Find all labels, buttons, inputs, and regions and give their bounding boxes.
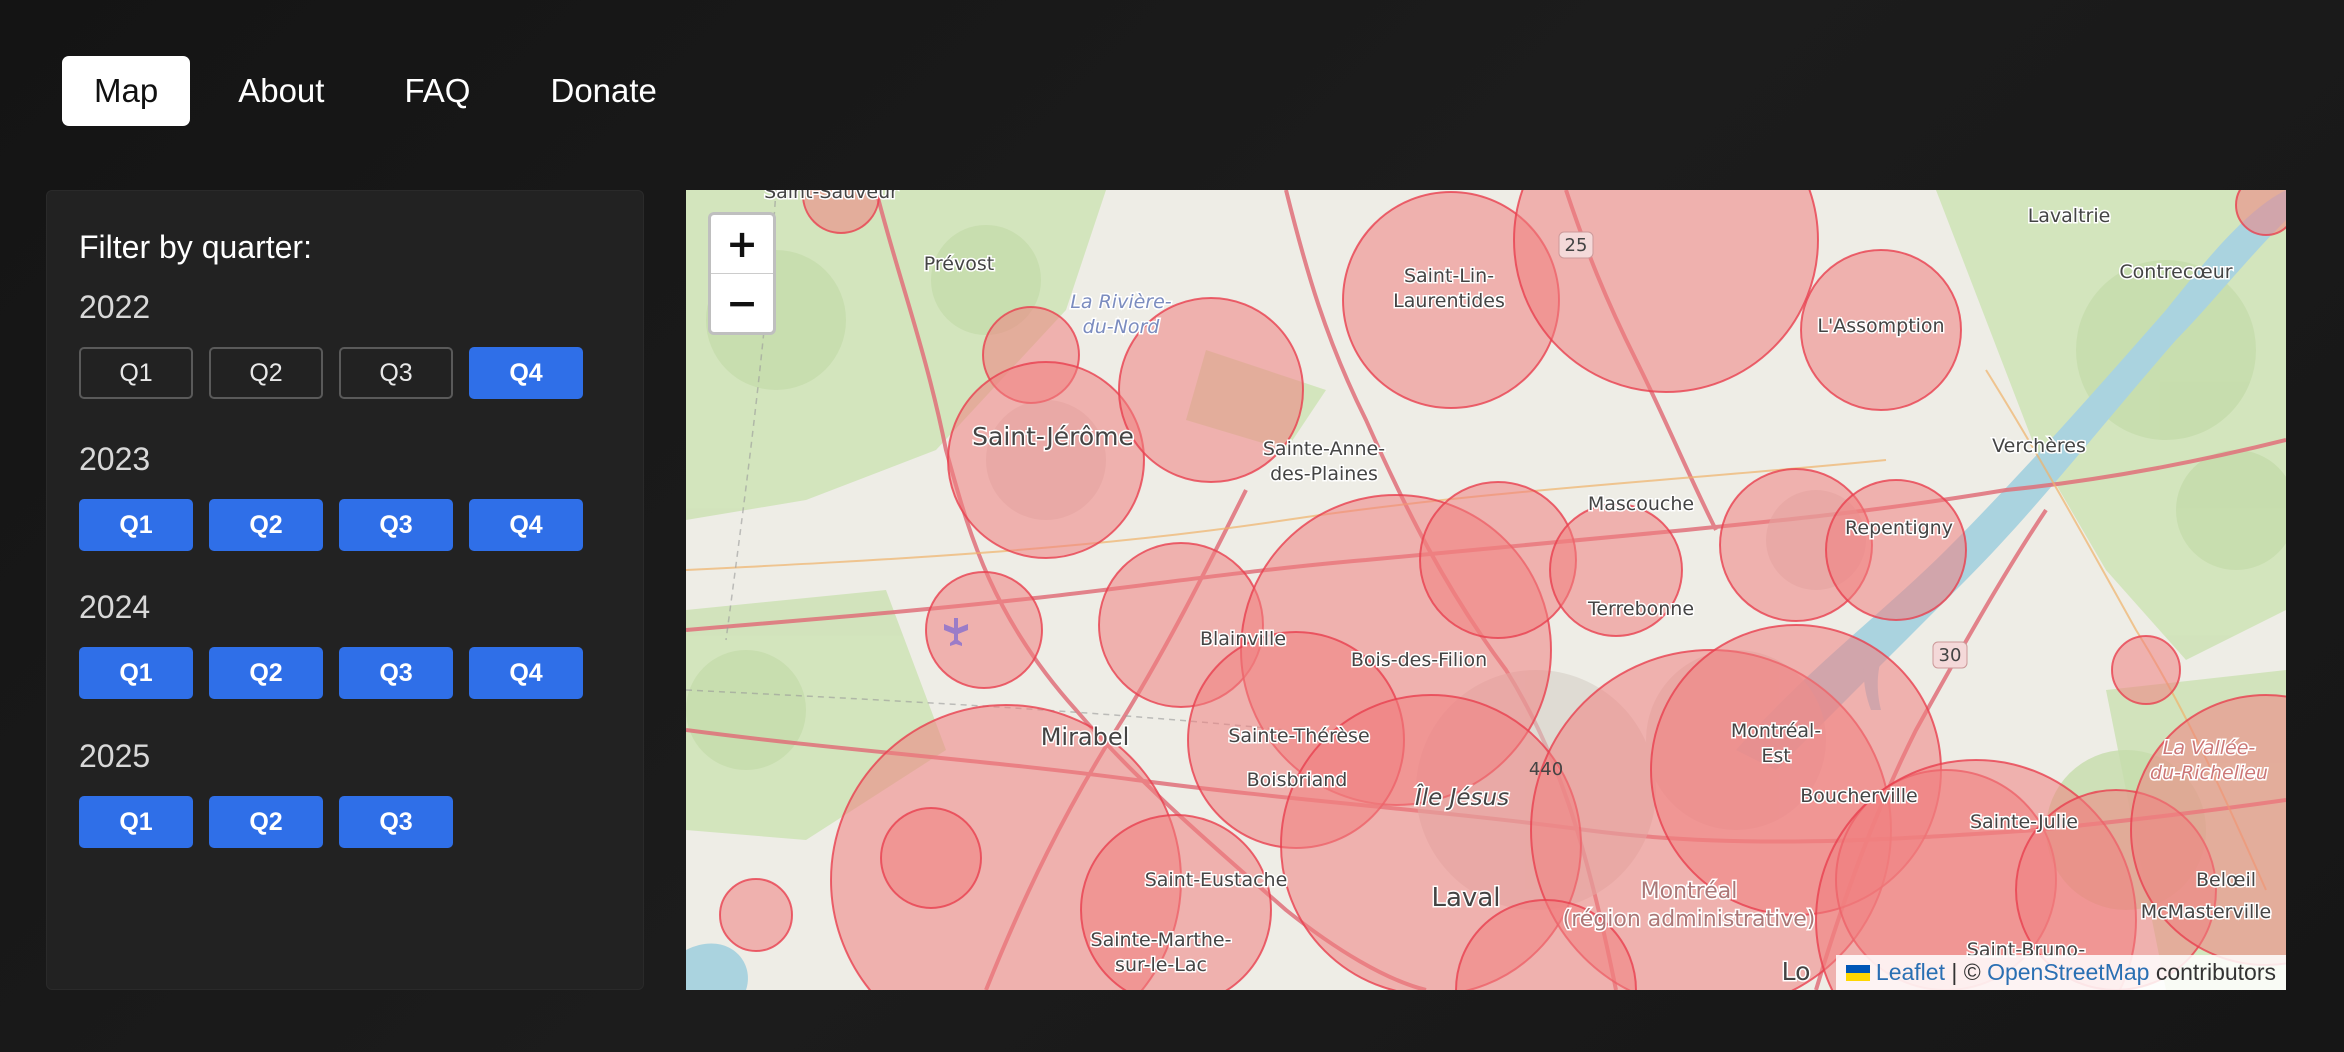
quarter-button-2024-q1[interactable]: Q1 xyxy=(79,647,193,699)
label-blainville: Blainville xyxy=(1200,628,1286,650)
label-bois-des-filion: Bois-des-Filion xyxy=(1351,649,1487,671)
zoom-control: + − xyxy=(708,212,776,335)
label-vercheres: Verchères xyxy=(1992,435,2086,457)
quarter-button-2023-q1[interactable]: Q1 xyxy=(79,499,193,551)
year-group-2023: 2023 Q1 Q2 Q3 Q4 xyxy=(79,441,599,551)
quarter-button-2022-q2[interactable]: Q2 xyxy=(209,347,323,399)
filter-panel: Filter by quarter: 2022 Q1 Q2 Q3 Q4 2023 Q1 Q2 Q… xyxy=(46,190,644,990)
osm-link[interactable]: OpenStreetMap xyxy=(1987,959,2149,986)
quarter-buttons: Q1 Q2 Q3 Q4 xyxy=(79,347,599,399)
main-nav: Map About FAQ Donate xyxy=(62,56,705,126)
label-saint-sauveur: Saint-Sauveur xyxy=(764,190,898,203)
route-440-label: 440 xyxy=(1529,759,1563,780)
quarter-button-2024-q2[interactable]: Q2 xyxy=(209,647,323,699)
label-lassomption: L'Assomption xyxy=(1817,315,1944,337)
quarter-button-2023-q4[interactable]: Q4 xyxy=(469,499,583,551)
label-sainte-marthe-1: Sainte-Marthe- xyxy=(1091,929,1232,951)
nav-faq[interactable]: FAQ xyxy=(372,56,502,126)
nav-about[interactable]: About xyxy=(206,56,356,126)
label-boucherville: Boucherville xyxy=(1800,785,1917,807)
label-saint-eustache: Saint-Eustache xyxy=(1145,869,1288,891)
label-region-admin: (région administrative) xyxy=(1563,907,1816,932)
quarter-buttons: Q1 Q2 Q3 Q4 xyxy=(79,647,599,699)
zoom-in-button[interactable]: + xyxy=(711,215,773,273)
quarter-buttons: Q1 Q2 Q3 Q4 xyxy=(79,499,599,551)
map-view[interactable]: 25 30 440 Saint-Sauveur Prévost La Riviè… xyxy=(686,190,2286,990)
year-label: 2025 xyxy=(79,738,151,774)
quarter-buttons: Q1 Q2 Q3 xyxy=(79,796,469,848)
label-lo: Lo xyxy=(1782,957,1811,986)
year-group-2022: 2022 Q1 Q2 Q3 Q4 xyxy=(79,289,599,399)
label-terrebonne: Terrebonne xyxy=(1587,598,1694,620)
label-saint-lin-2: Laurentides xyxy=(1393,290,1505,312)
year-group-2024: 2024 Q1 Q2 Q3 Q4 xyxy=(79,589,599,699)
year-group-2025: 2025 Q1 Q2 Q3 xyxy=(79,738,469,848)
label-vallee-richelieu-2: du-Richelieu xyxy=(2150,762,2268,784)
label-riviere-du-nord-1: La Rivière- xyxy=(1070,291,1171,313)
nav-donate[interactable]: Donate xyxy=(518,56,688,126)
label-repentigny: Repentigny xyxy=(1845,517,1953,539)
attribution-suffix: contributors xyxy=(2149,959,2276,985)
quarter-button-2024-q4[interactable]: Q4 xyxy=(469,647,583,699)
label-saint-jerome: Saint-Jérôme xyxy=(972,422,1134,451)
label-saint-lin-1: Saint-Lin- xyxy=(1404,265,1494,287)
year-label: 2022 xyxy=(79,289,151,325)
label-sainte-anne-1: Sainte-Anne- xyxy=(1263,438,1385,460)
label-ile-jesus: Île Jésus xyxy=(1415,783,1509,811)
label-laval: Laval xyxy=(1432,883,1501,913)
quarter-button-2025-q1[interactable]: Q1 xyxy=(79,796,193,848)
map-attribution: Leaflet | © OpenStreetMap contributors xyxy=(1835,955,2286,990)
nav-map[interactable]: Map xyxy=(62,56,191,126)
label-sainte-marthe-2: sur-le-Lac xyxy=(1115,954,1207,976)
quarter-button-2022-q1[interactable]: Q1 xyxy=(79,347,193,399)
label-mascouche: Mascouche xyxy=(1588,493,1694,515)
label-mirabel: Mirabel xyxy=(1041,723,1130,751)
quarter-button-2025-q3[interactable]: Q3 xyxy=(339,796,453,848)
map-tiles[interactable]: 25 30 440 Saint-Sauveur Prévost La Riviè… xyxy=(686,190,2286,990)
quarter-button-2022-q3[interactable]: Q3 xyxy=(339,347,453,399)
label-mcmasterville: McMasterville xyxy=(2141,901,2272,923)
year-label: 2023 xyxy=(79,441,151,477)
label-boisbriand: Boisbriand xyxy=(1247,769,1348,791)
label-contrecoeur: Contrecœur xyxy=(2119,261,2232,283)
quarter-button-2023-q2[interactable]: Q2 xyxy=(209,499,323,551)
label-sainte-therese: Sainte-Thérèse xyxy=(1228,725,1369,747)
zoom-out-button[interactable]: − xyxy=(711,273,773,332)
quarter-button-2022-q4[interactable]: Q4 xyxy=(469,347,583,399)
attribution-separator: | © xyxy=(1944,959,1988,985)
label-montreal-est-2: Est xyxy=(1761,745,1790,767)
quarter-button-2024-q3[interactable]: Q3 xyxy=(339,647,453,699)
label-sainte-julie: Sainte-Julie xyxy=(1970,811,2078,833)
route-30-label: 30 xyxy=(1939,645,1962,666)
quarter-button-2025-q2[interactable]: Q2 xyxy=(209,796,323,848)
quarter-button-2023-q3[interactable]: Q3 xyxy=(339,499,453,551)
label-montreal-est-1: Montréal- xyxy=(1731,720,1821,742)
filter-title: Filter by quarter: xyxy=(79,229,312,265)
ukraine-flag-icon xyxy=(1845,964,1870,981)
label-riviere-du-nord-2: du-Nord xyxy=(1083,316,1161,338)
year-label: 2024 xyxy=(79,589,151,625)
route-25-label: 25 xyxy=(1565,235,1588,256)
label-vallee-richelieu-1: La Vallée- xyxy=(2163,737,2256,759)
label-beloeil: Belœil xyxy=(2196,869,2256,891)
label-lavaltrie: Lavaltrie xyxy=(2028,205,2111,227)
label-montreal: Montréal xyxy=(1641,879,1738,904)
leaflet-link[interactable]: Leaflet xyxy=(1876,959,1945,986)
label-sainte-anne-2: des-Plaines xyxy=(1270,463,1378,485)
label-prevost: Prévost xyxy=(924,253,994,275)
